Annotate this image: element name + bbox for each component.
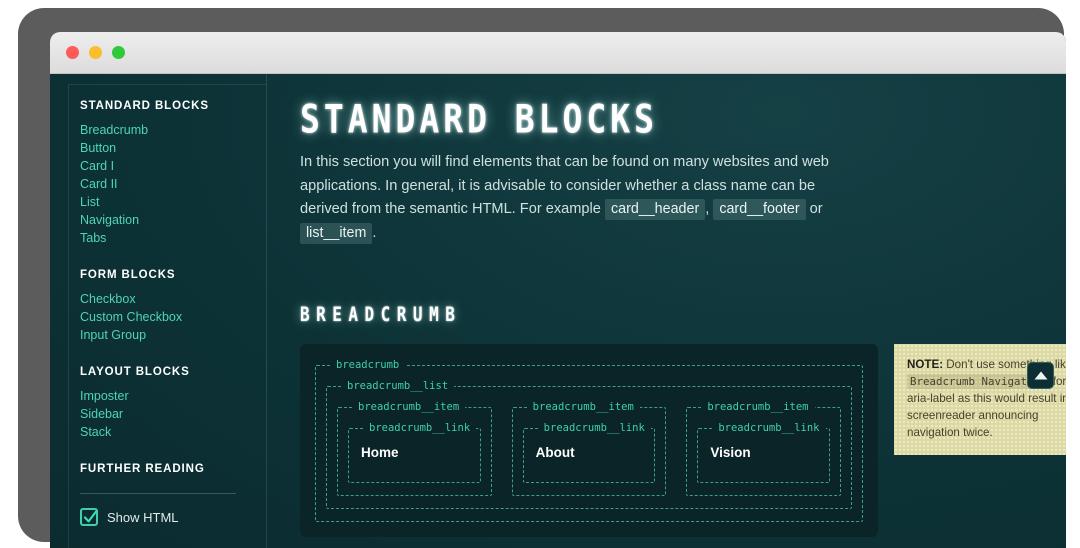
breadcrumb-list: breadcrumb__item breadcrumb__link Home b… xyxy=(337,401,842,496)
sidebar-item-custom-checkbox[interactable]: Custom Checkbox xyxy=(80,308,266,326)
intro-sep-2: or xyxy=(809,201,823,217)
breadcrumb-item-vision: breadcrumb__item breadcrumb__link Vision xyxy=(686,401,842,496)
bem-legend-item-home: breadcrumb__item xyxy=(358,401,460,413)
sidebar-item-button[interactable]: Button xyxy=(80,139,266,157)
close-button[interactable] xyxy=(66,46,79,59)
triangle-up-icon xyxy=(1034,371,1047,380)
sidebar-heading-standard-blocks: STANDARD BLOCKS xyxy=(80,100,209,112)
breadcrumb-section-header: BREADCRUMB xyxy=(300,303,1066,326)
sidebar-item-input-group[interactable]: Input Group xyxy=(80,326,266,344)
breadcrumb-link-vision[interactable]: breadcrumb__link Vision xyxy=(697,422,831,483)
sidebar-divider xyxy=(80,493,236,494)
sidebar-group-further-reading: FURTHER READING xyxy=(80,463,266,475)
breadcrumb-link-label-about[interactable]: About xyxy=(534,443,645,470)
main-content: STANDARD BLOCKS In this section you will… xyxy=(267,74,1066,548)
demo-row: breadcrumb breadcrumb__list breadcrumb__… xyxy=(300,344,1066,537)
sidebar-item-tabs[interactable]: Tabs xyxy=(80,229,266,247)
code-card-footer: card__footer xyxy=(713,199,806,220)
bem-legend-link-about: breadcrumb__link xyxy=(543,422,645,434)
note-label: NOTE: xyxy=(907,358,944,371)
sidebar-item-card-ii[interactable]: Card II xyxy=(80,175,266,193)
bem-legend-breadcrumb: breadcrumb xyxy=(336,359,400,371)
sidebar-item-stack[interactable]: Stack xyxy=(80,423,266,441)
intro-paragraph: In this section you will find elements t… xyxy=(300,151,840,245)
intro-sep-1: , xyxy=(705,201,710,217)
breadcrumb-link-about[interactable]: breadcrumb__link About xyxy=(522,422,656,483)
sidebar: STANDARD BLOCKS Breadcrumb Button Card I… xyxy=(50,74,267,548)
sidebar-item-list[interactable]: List xyxy=(80,193,266,211)
bem-legend-item-vision: breadcrumb__item xyxy=(707,401,809,413)
sidebar-item-sidebar[interactable]: Sidebar xyxy=(80,405,266,423)
page-body: STANDARD BLOCKS Breadcrumb Button Card I… xyxy=(50,74,1066,548)
intro-sep-3: . xyxy=(372,224,377,241)
device-bezel: STANDARD BLOCKS Breadcrumb Button Card I… xyxy=(18,8,1066,548)
sidebar-group-layout-blocks: LAYOUT BLOCKS Imposter Sidebar Stack xyxy=(80,366,266,441)
show-html-label: Show HTML xyxy=(107,509,179,525)
sidebar-group-standard-blocks: STANDARD BLOCKS Breadcrumb Button Card I… xyxy=(80,100,266,247)
sidebar-item-card-i[interactable]: Card I xyxy=(80,157,266,175)
code-card-header: card__header xyxy=(604,199,706,220)
breadcrumb-link-label-vision[interactable]: Vision xyxy=(708,443,819,470)
sidebar-heading-form-blocks: FORM BLOCKS xyxy=(80,269,176,281)
show-html-checkbox[interactable] xyxy=(80,508,98,526)
sidebar-group-form-blocks: FORM BLOCKS Checkbox Custom Checkbox Inp… xyxy=(80,269,266,344)
breadcrumb-item-home: breadcrumb__item breadcrumb__link Home xyxy=(337,401,492,496)
bem-element-breadcrumb-list: breadcrumb__list breadcrumb__item breadc… xyxy=(326,380,852,509)
scroll-to-top-button[interactable] xyxy=(1027,362,1054,389)
sidebar-heading-further-reading: FURTHER READING xyxy=(80,463,205,475)
sidebar-item-breadcrumb[interactable]: Breadcrumb xyxy=(80,121,266,139)
breadcrumb-link-label-home[interactable]: Home xyxy=(359,443,470,470)
bem-legend-item-about: breadcrumb__item xyxy=(532,401,634,413)
sidebar-item-imposter[interactable]: Imposter xyxy=(80,387,266,405)
page-title: STANDARD BLOCKS xyxy=(300,96,659,143)
sidebar-item-navigation[interactable]: Navigation xyxy=(80,211,266,229)
sidebar-heading-layout-blocks: LAYOUT BLOCKS xyxy=(80,366,190,378)
check-icon xyxy=(83,510,98,523)
code-list-item: list__item xyxy=(300,222,373,244)
breadcrumb-demo-panel: breadcrumb breadcrumb__list breadcrumb__… xyxy=(300,344,878,537)
browser-window: STANDARD BLOCKS Breadcrumb Button Card I… xyxy=(50,32,1066,548)
breadcrumb-item-about: breadcrumb__item breadcrumb__link About xyxy=(511,401,667,496)
show-html-toggle[interactable]: Show HTML xyxy=(80,508,266,526)
section-title-breadcrumb: BREADCRUMB xyxy=(300,303,462,326)
minimize-button[interactable] xyxy=(89,46,102,59)
bem-legend-link-home: breadcrumb__link xyxy=(369,422,471,434)
bem-block-breadcrumb: breadcrumb breadcrumb__list breadcrumb__… xyxy=(315,359,863,522)
note-callout: NOTE: Don't use something like Breadcrum… xyxy=(894,344,1066,455)
sidebar-item-checkbox[interactable]: Checkbox xyxy=(80,290,266,308)
breadcrumb-link-home[interactable]: breadcrumb__link Home xyxy=(348,422,481,483)
traffic-lights xyxy=(66,46,125,59)
maximize-button[interactable] xyxy=(112,46,125,59)
bem-legend-breadcrumb-list: breadcrumb__list xyxy=(347,380,449,392)
window-titlebar xyxy=(50,32,1066,74)
bem-legend-link-vision: breadcrumb__link xyxy=(718,422,820,434)
